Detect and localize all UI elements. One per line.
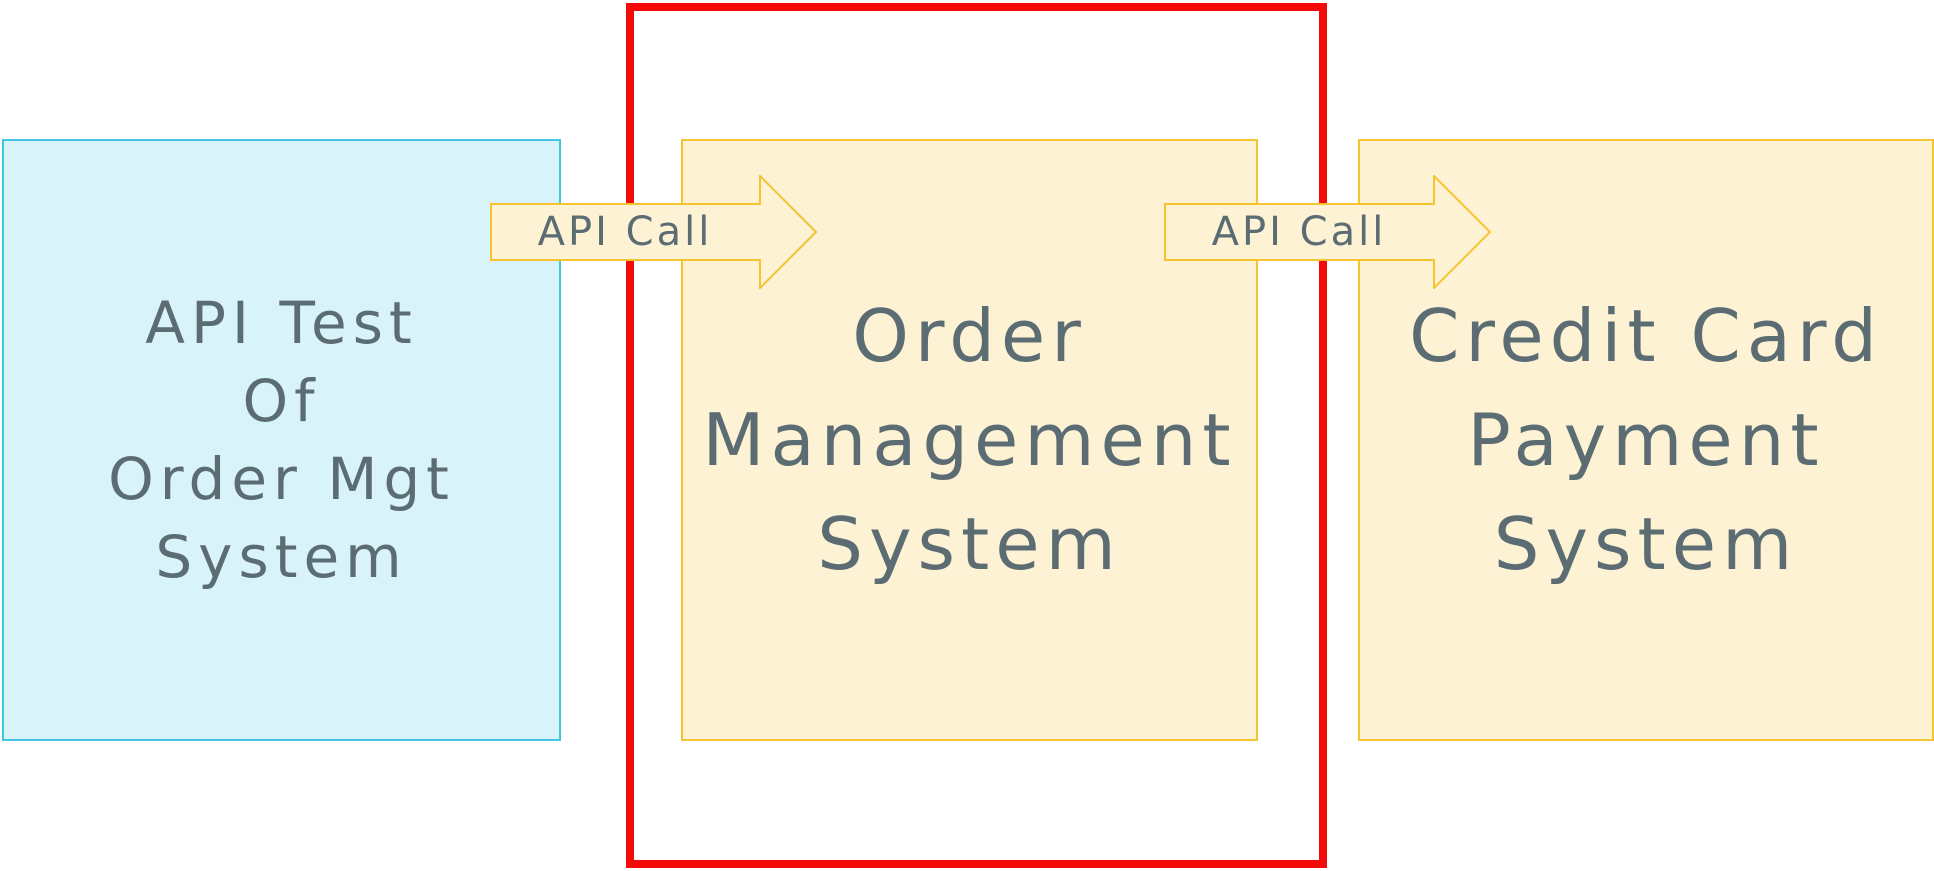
api-call-arrow-2: API Call bbox=[1164, 175, 1492, 289]
api-call-arrow-1: API Call bbox=[490, 175, 818, 289]
system-under-test-highlight bbox=[626, 3, 1327, 868]
credit-card-payment-label: Credit Card Payment System bbox=[1409, 294, 1883, 586]
api-test-label: API Test Of Order Mgt System bbox=[108, 289, 455, 591]
api-call-label: API Call bbox=[1211, 209, 1387, 255]
api-call-label: API Call bbox=[537, 209, 713, 255]
api-test-box: API Test Of Order Mgt System bbox=[2, 139, 561, 741]
